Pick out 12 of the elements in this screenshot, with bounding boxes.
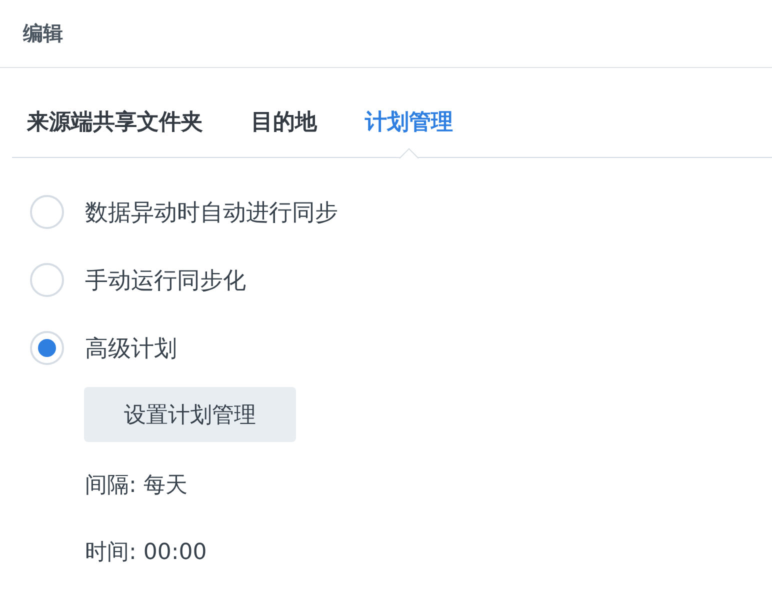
- radio-button[interactable]: [30, 263, 64, 297]
- radio-button[interactable]: [30, 331, 64, 365]
- schedule-detail: 间隔: 每天: [85, 472, 188, 500]
- tab[interactable]: 目的地: [251, 107, 317, 157]
- tab[interactable]: 来源端共享文件夹: [27, 107, 203, 157]
- option-label[interactable]: 高级计划: [85, 332, 177, 364]
- dialog-title: 编辑: [23, 20, 63, 47]
- settings-button[interactable]: 设置计划管理: [84, 387, 296, 442]
- radio-button[interactable]: [30, 195, 64, 229]
- schedule-detail: 时间: 00:00: [85, 538, 207, 566]
- option-label[interactable]: 数据异动时自动进行同步: [85, 196, 338, 228]
- option-label[interactable]: 手动运行同步化: [85, 264, 246, 296]
